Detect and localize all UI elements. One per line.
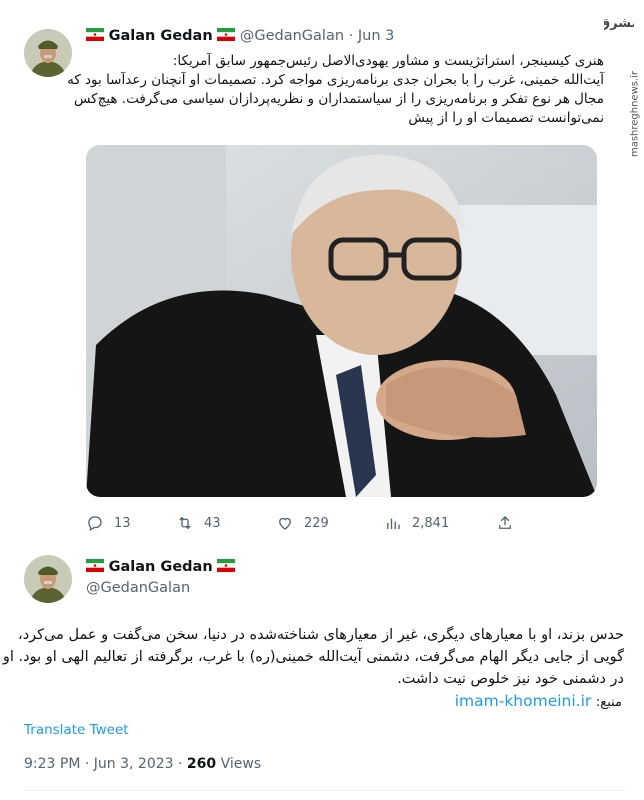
avatar[interactable] xyxy=(24,29,72,77)
source-label: منبع: xyxy=(595,695,622,710)
text-line: هنری کیسینجر، استراتژیست و مشاور یهودی‌ا… xyxy=(172,53,604,69)
source-line: منبع: imam-khomeini.ir xyxy=(22,690,624,714)
iran-flag-icon xyxy=(217,28,236,41)
tweet-1-text: هنری کیسینجر، استراتژیست و مشاور یهودی‌ا… xyxy=(67,52,604,128)
mashregh-logo: مشرق xyxy=(604,16,634,31)
views-label: Views xyxy=(220,756,262,772)
divider xyxy=(24,790,626,791)
text-line: نمی‌توانست تصمیمات او را از پیش xyxy=(408,110,604,126)
handle[interactable]: @GedanGalan xyxy=(240,28,344,44)
text-line: حدس بزند، او با معیارهای دیگری، غیر از م… xyxy=(18,627,624,643)
tweet-full-date[interactable]: Jun 3, 2023 xyxy=(94,756,174,772)
tweet-photo[interactable] xyxy=(86,145,597,497)
separator: · xyxy=(348,28,354,44)
views-icon xyxy=(387,518,400,529)
retweet-icon xyxy=(179,516,191,530)
views-button[interactable]: 2,841 xyxy=(384,514,449,532)
iran-flag-icon xyxy=(86,559,104,572)
tweet-2-text: حدس بزند، او با معیارهای دیگری، غیر از م… xyxy=(2,624,624,714)
tweet-2-name-row: Galan Gedan xyxy=(86,559,236,575)
views-count: 2,841 xyxy=(412,515,450,531)
source-link[interactable]: imam-khomeini.ir xyxy=(455,692,592,710)
separator: · xyxy=(84,756,90,772)
text-line: گویی از جایی دیگر الهام می‌گرفت، دشمنی آ… xyxy=(2,649,624,665)
like-button[interactable]: 229 xyxy=(276,514,329,532)
like-count: 229 xyxy=(304,515,329,531)
reply-button[interactable]: 13 xyxy=(86,514,131,532)
display-name[interactable]: Galan Gedan xyxy=(109,559,213,575)
tweet-date[interactable]: Jun 3 xyxy=(358,28,395,44)
text-line: آیت‌الله خمینی، غرب را با بحران جدی برنا… xyxy=(67,72,604,88)
reply-icon xyxy=(88,516,102,531)
like-icon xyxy=(279,517,291,530)
retweet-count: 43 xyxy=(204,515,221,531)
avatar[interactable] xyxy=(24,555,72,603)
svg-text:مشرق: مشرق xyxy=(604,16,634,31)
views-count: 260 xyxy=(186,756,217,772)
tweet-1-actions: 13 43 229 2,841 xyxy=(86,514,516,534)
translate-tweet-link[interactable]: Translate Tweet xyxy=(24,722,129,738)
iran-flag-icon xyxy=(217,559,236,572)
text-line: مجال هر نوع تفکر و برنامه‌ریزی را از سیا… xyxy=(73,91,604,107)
retweet-button[interactable]: 43 xyxy=(176,514,221,532)
tweet-meta: 9:23 PM · Jun 3, 2023 · 260 Views xyxy=(24,756,261,772)
share-button[interactable] xyxy=(496,514,514,532)
iran-flag-icon xyxy=(86,28,104,41)
text-line: در دشمنی خود نیز خلوص نیت داشت. xyxy=(397,671,624,687)
tweet-1-header: Galan Gedan @GedanGalan · Jun 3 xyxy=(86,28,394,44)
handle[interactable]: @GedanGalan xyxy=(86,580,190,596)
share-icon xyxy=(499,516,511,529)
display-name[interactable]: Galan Gedan xyxy=(109,28,213,44)
mashregh-side-watermark: mashreghnews.ir xyxy=(629,70,641,158)
reply-count: 13 xyxy=(114,515,131,531)
tweet-time[interactable]: 9:23 PM xyxy=(24,756,80,772)
separator: · xyxy=(178,756,183,772)
